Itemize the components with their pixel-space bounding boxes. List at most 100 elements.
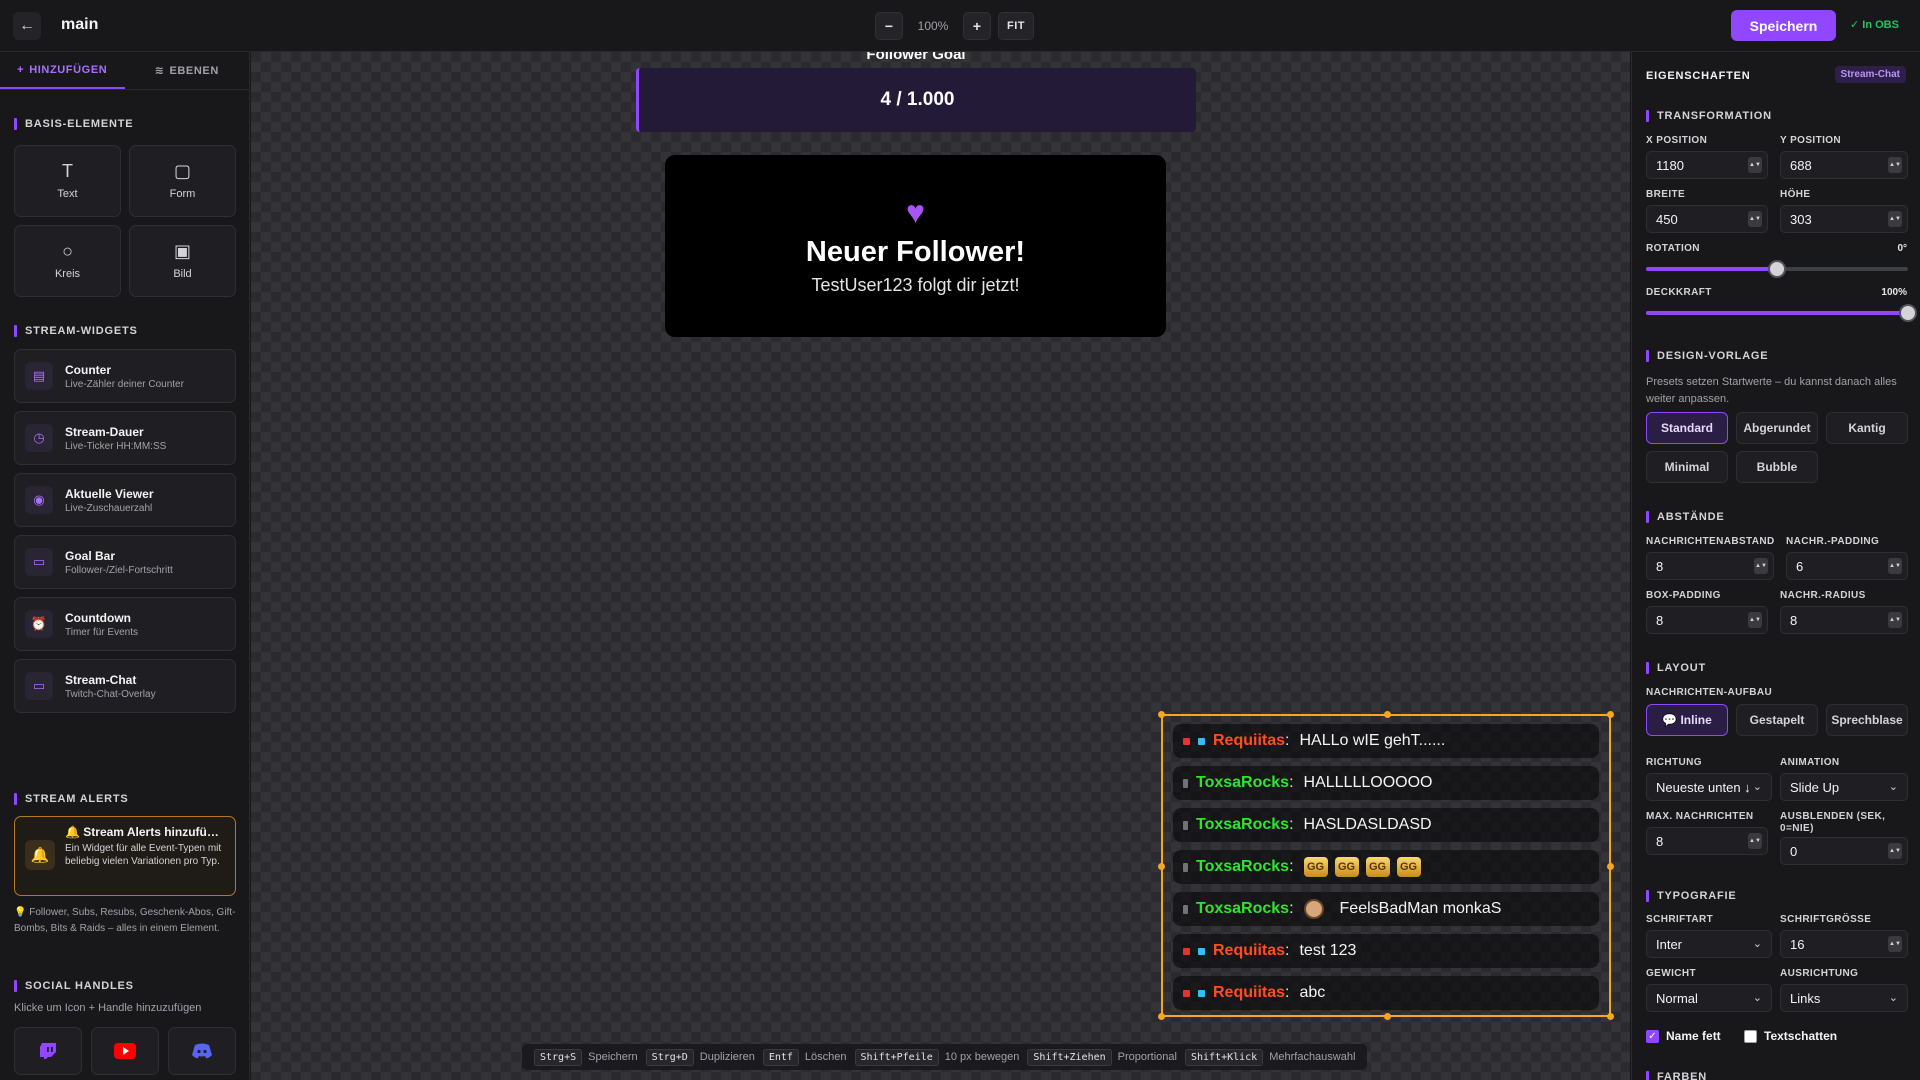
font-size-input[interactable]: 16 ▲▼ bbox=[1780, 930, 1908, 958]
add-stream-alerts-button[interactable]: 🔔 🔔 Stream Alerts hinzufügen Ein Widget … bbox=[14, 816, 236, 896]
y-position-input[interactable]: 688 ▲▼ bbox=[1780, 151, 1908, 179]
layout-inline[interactable]: 💬 Inline bbox=[1646, 704, 1728, 736]
panel-title: EIGENSCHAFTEN bbox=[1646, 70, 1751, 82]
widget-subtitle: Live-Zähler deiner Counter bbox=[65, 378, 184, 390]
message-radius-input[interactable]: 8 ▲▼ bbox=[1780, 606, 1908, 634]
checkbox-unchecked-icon[interactable] bbox=[1744, 1029, 1757, 1043]
stepper-icon[interactable]: ▲▼ bbox=[1888, 843, 1902, 859]
stepper-icon[interactable]: ▲▼ bbox=[1748, 833, 1762, 849]
editor-canvas[interactable]: Follower Goal 4 / 1.000 ♥ Neuer Follower… bbox=[251, 52, 1630, 1080]
font-select[interactable]: Inter ⌄ bbox=[1646, 930, 1772, 958]
stepper-icon[interactable]: ▲▼ bbox=[1888, 936, 1902, 952]
text-shadow-checkbox[interactable]: Textschatten bbox=[1744, 1029, 1837, 1043]
message-padding-input[interactable]: 6 ▲▼ bbox=[1786, 552, 1908, 580]
direction-select[interactable]: Neueste unten ↓ ⌄ bbox=[1646, 773, 1772, 801]
align-select[interactable]: Links ⌄ bbox=[1780, 984, 1908, 1012]
hide-after-input[interactable]: 0 ▲▼ bbox=[1780, 837, 1908, 865]
width-input[interactable]: 450 ▲▼ bbox=[1646, 205, 1768, 233]
name-bold-label: Name fett bbox=[1666, 1029, 1721, 1043]
section-layout: LAYOUT bbox=[1646, 662, 1706, 674]
subscriber-badge-icon bbox=[1198, 947, 1205, 955]
chat-separator: : bbox=[1289, 900, 1294, 917]
goal-bar-widget[interactable]: 4 / 1.000 bbox=[636, 68, 1196, 132]
y-position-value: 688 bbox=[1790, 157, 1812, 173]
widget-viewers[interactable]: ◉ Aktuelle Viewer Live-Zuschauerzahl bbox=[14, 473, 236, 527]
chat-text: test 123 bbox=[1299, 942, 1357, 959]
preset-kantig[interactable]: Kantig bbox=[1826, 412, 1908, 444]
tab-layers[interactable]: ≋ EBENEN bbox=[125, 52, 250, 89]
preset-bubble[interactable]: Bubble bbox=[1736, 451, 1818, 483]
add-image-button[interactable]: ▣ Bild bbox=[129, 225, 236, 297]
box-padding-input[interactable]: 8 ▲▼ bbox=[1646, 606, 1768, 634]
resize-handle[interactable] bbox=[1158, 1013, 1165, 1020]
hide-after-label: AUSBLENDEN (SEK, 0=NIE) bbox=[1780, 811, 1886, 834]
section-colors-label: FARBEN bbox=[1657, 1071, 1708, 1080]
rotation-slider[interactable] bbox=[1646, 260, 1908, 278]
shortcut-key: Strg+D bbox=[645, 1048, 694, 1066]
widget-counter[interactable]: ▤ Counter Live-Zähler deiner Counter bbox=[14, 349, 236, 403]
chat-message: ToxsaRocks: FeelsBadMan monkaS bbox=[1173, 892, 1599, 926]
max-messages-input[interactable]: 8 ▲▼ bbox=[1646, 827, 1768, 855]
layout-bubble[interactable]: Sprechblase bbox=[1826, 704, 1908, 736]
chat-separator: : bbox=[1289, 774, 1294, 791]
resize-handle[interactable] bbox=[1384, 711, 1391, 718]
tab-add[interactable]: + HINZUFÜGEN bbox=[0, 52, 125, 89]
checkbox-checked-icon[interactable]: ✓ bbox=[1646, 1029, 1659, 1043]
resize-handle[interactable] bbox=[1384, 1013, 1391, 1020]
chat-message: Requiitas: test 123 bbox=[1173, 934, 1599, 968]
stepper-icon[interactable]: ▲▼ bbox=[1888, 612, 1902, 628]
layout-stacked[interactable]: Gestapelt bbox=[1736, 704, 1818, 736]
widget-stream-chat[interactable]: ▭ Stream-Chat Twitch-Chat-Overlay bbox=[14, 659, 236, 713]
animation-select[interactable]: Slide Up ⌄ bbox=[1780, 773, 1908, 801]
opacity-slider-thumb[interactable] bbox=[1899, 304, 1917, 322]
stepper-icon[interactable]: ▲▼ bbox=[1748, 157, 1762, 173]
resize-handle[interactable] bbox=[1607, 711, 1614, 718]
zoom-fit-button[interactable]: FIT bbox=[998, 12, 1034, 40]
add-shape-button[interactable]: ▢ Form bbox=[129, 145, 236, 217]
resize-handle[interactable] bbox=[1158, 863, 1165, 870]
x-position-input[interactable]: 1180 ▲▼ bbox=[1646, 151, 1768, 179]
goal-label[interactable]: Follower Goal bbox=[766, 52, 1066, 63]
stepper-icon[interactable]: ▲▼ bbox=[1888, 558, 1902, 574]
widget-countdown[interactable]: ⏰ Countdown Timer für Events bbox=[14, 597, 236, 651]
chat-emotes: GG GG GG GG bbox=[1303, 857, 1428, 877]
preset-abgerundet[interactable]: Abgerundet bbox=[1736, 412, 1818, 444]
resize-handle[interactable] bbox=[1607, 1013, 1614, 1020]
gg-emote-icon: GG bbox=[1396, 857, 1421, 877]
widget-goal-bar[interactable]: ▭ Goal Bar Follower-/Ziel-Fortschritt bbox=[14, 535, 236, 589]
stepper-icon[interactable]: ▲▼ bbox=[1748, 211, 1762, 227]
section-design: DESIGN-VORLAGE bbox=[1646, 350, 1768, 362]
stepper-icon[interactable]: ▲▼ bbox=[1748, 612, 1762, 628]
back-arrow-icon[interactable]: ← bbox=[13, 12, 41, 40]
save-button[interactable]: Speichern bbox=[1731, 10, 1836, 41]
stepper-icon[interactable]: ▲▼ bbox=[1888, 211, 1902, 227]
resize-handle[interactable] bbox=[1607, 863, 1614, 870]
rotation-slider-thumb[interactable] bbox=[1768, 260, 1786, 278]
twitch-icon[interactable] bbox=[14, 1027, 82, 1075]
stepper-icon[interactable]: ▲▼ bbox=[1754, 558, 1768, 574]
discord-icon[interactable] bbox=[168, 1027, 236, 1075]
youtube-icon[interactable] bbox=[91, 1027, 159, 1075]
widget-stream-duration[interactable]: ◷ Stream-Dauer Live-Ticker HH:MM:SS bbox=[14, 411, 236, 465]
zoom-in-button[interactable]: + bbox=[963, 12, 991, 40]
preset-standard[interactable]: Standard bbox=[1646, 412, 1728, 444]
weight-select[interactable]: Normal ⌄ bbox=[1646, 984, 1772, 1012]
resize-handle[interactable] bbox=[1158, 711, 1165, 718]
stream-chat-widget[interactable]: Requiitas: HALLo wIE gehT...... ToxsaRocks… bbox=[1158, 711, 1614, 1020]
bell-icon: 🔔 bbox=[25, 840, 55, 870]
box-padding-value: 8 bbox=[1656, 612, 1664, 628]
stepper-icon[interactable]: ▲▼ bbox=[1888, 157, 1902, 173]
height-input[interactable]: 303 ▲▼ bbox=[1780, 205, 1908, 233]
follower-alert-widget[interactable]: ♥ Neuer Follower! TestUser123 folgt dir … bbox=[665, 155, 1166, 337]
add-circle-button[interactable]: ○ Kreis bbox=[14, 225, 121, 297]
element-type-badge: Stream-Chat bbox=[1834, 66, 1906, 83]
zoom-out-button[interactable]: − bbox=[875, 12, 903, 40]
name-bold-checkbox[interactable]: ✓ Name fett bbox=[1646, 1029, 1721, 1043]
section-transform: TRANSFORMATION bbox=[1646, 110, 1772, 122]
left-sidebar: + HINZUFÜGEN ≋ EBENEN BASIS-ELEMENTE T T… bbox=[0, 52, 250, 1080]
add-text-button[interactable]: T Text bbox=[14, 145, 121, 217]
opacity-slider-fill bbox=[1646, 311, 1908, 315]
message-gap-input[interactable]: 8 ▲▼ bbox=[1646, 552, 1774, 580]
preset-minimal[interactable]: Minimal bbox=[1646, 451, 1728, 483]
opacity-slider[interactable] bbox=[1646, 304, 1917, 322]
